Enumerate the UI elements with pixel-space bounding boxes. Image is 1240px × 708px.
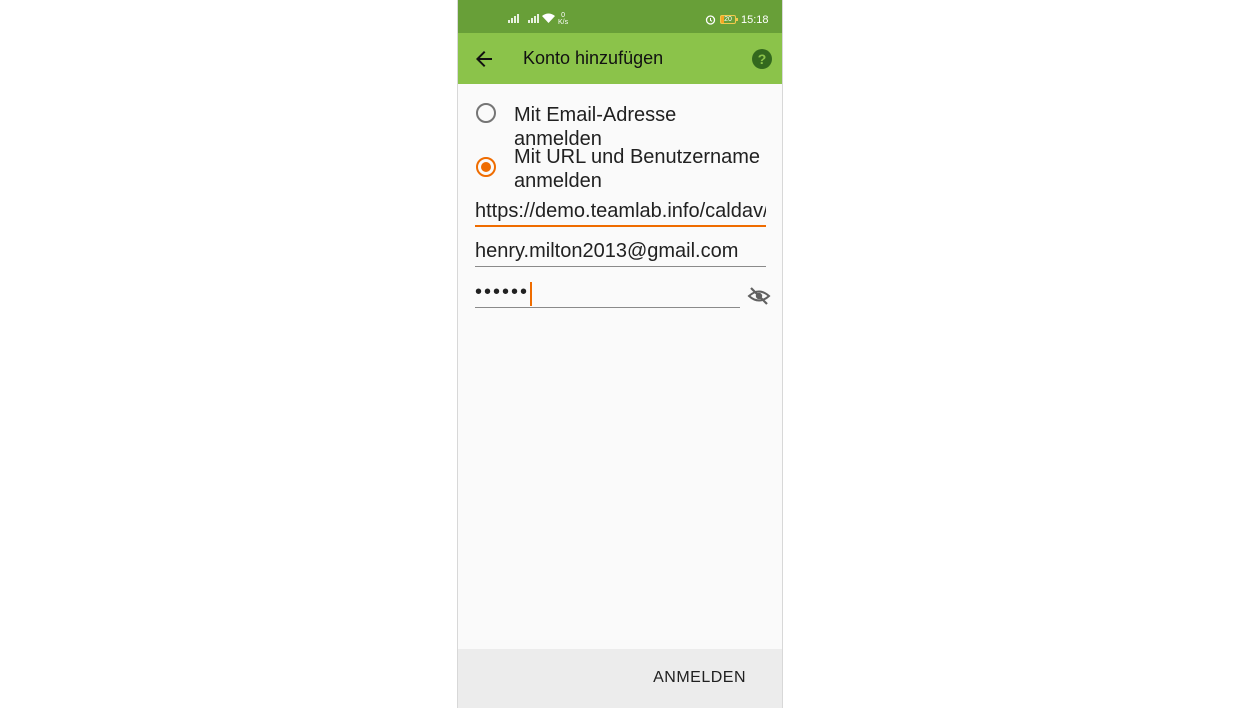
phone-screen: 0 K/s 20 15:18 Konto hinzufügen ? Mit Ema… [457,0,783,708]
password-field[interactable]: •••••• [475,278,740,308]
password-input[interactable]: •••••• [475,281,529,303]
bottom-action-bar: ANMELDEN [458,649,782,708]
app-bar: Konto hinzufügen ? [458,33,782,84]
radio-url-login[interactable] [476,157,496,177]
help-circle-icon[interactable]: ? [752,49,772,69]
username-field[interactable] [475,237,766,267]
eye-off-icon[interactable] [747,284,771,308]
option-url-label: Mit URL und Benutzername anmelden [514,146,761,192]
text-caret [530,281,533,306]
arrow-back-icon[interactable] [472,47,496,71]
status-bar: 0 K/s 20 15:18 [458,0,782,33]
radio-email-login[interactable] [476,103,496,123]
login-button[interactable]: ANMELDEN [653,669,746,687]
page-title: Konto hinzufügen [523,48,664,68]
signal-icon [508,14,519,23]
url-field[interactable] [475,197,766,227]
alarm-icon [705,14,716,28]
signal-icon-2 [528,14,539,23]
network-speed: 0 K/s [558,12,569,26]
option-url-login[interactable]: Mit URL und Benutzername anmelden [476,145,764,193]
battery-icon: 20 [720,15,738,24]
url-input[interactable] [475,197,766,225]
status-time: 15:18 [741,14,769,26]
option-email-label: Mit Email-Adresse anmelden [514,104,677,150]
username-input[interactable] [475,237,766,265]
wifi-icon [542,13,555,26]
option-email-login[interactable]: Mit Email-Adresse anmelden [476,103,764,151]
